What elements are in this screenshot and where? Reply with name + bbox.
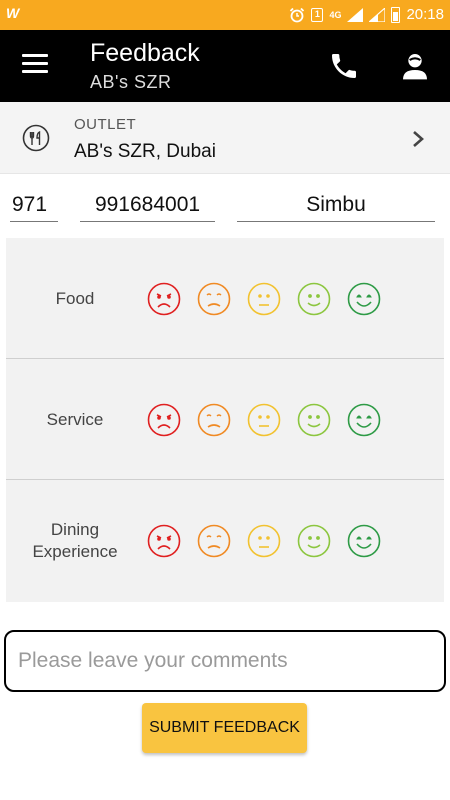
rating-row-dining-experience: Dining Experience xyxy=(6,480,444,601)
rating-faces xyxy=(146,523,396,559)
face-very-good-icon[interactable] xyxy=(346,402,382,438)
outlet-label: OUTLET xyxy=(74,116,137,133)
signal-icon-2 xyxy=(369,7,386,22)
face-neutral-icon[interactable] xyxy=(246,523,282,559)
face-very-bad-icon[interactable] xyxy=(146,523,182,559)
restaurant-icon xyxy=(22,124,50,152)
network-type: 4G xyxy=(329,9,342,20)
rating-faces xyxy=(146,402,396,438)
chevron-right-icon xyxy=(413,131,424,147)
rating-faces xyxy=(146,281,396,317)
battery-icon xyxy=(391,6,401,23)
face-very-good-icon[interactable] xyxy=(346,523,382,559)
menu-icon[interactable] xyxy=(22,54,48,74)
app-notification-icon: W xyxy=(6,5,20,21)
face-neutral-icon[interactable] xyxy=(246,402,282,438)
status-time: 20:18 xyxy=(406,6,444,23)
profile-icon[interactable] xyxy=(399,50,431,82)
status-bar: W 1 4G 20:18 xyxy=(0,0,450,30)
comments-input[interactable] xyxy=(6,632,444,690)
face-very-bad-icon[interactable] xyxy=(146,281,182,317)
face-very-good-icon[interactable] xyxy=(346,281,382,317)
face-bad-icon[interactable] xyxy=(196,402,232,438)
phone-field[interactable]: 991684001 xyxy=(80,186,215,222)
rating-label: Food xyxy=(55,288,95,308)
face-bad-icon[interactable] xyxy=(196,281,232,317)
submit-feedback-button[interactable]: SUBMIT FEEDBACK xyxy=(142,703,307,753)
face-good-icon[interactable] xyxy=(296,402,332,438)
country-code-field[interactable]: 971 xyxy=(10,186,58,222)
face-bad-icon[interactable] xyxy=(196,523,232,559)
face-good-icon[interactable] xyxy=(296,281,332,317)
country-code-value: 971 xyxy=(12,193,48,216)
sim-badge: 1 xyxy=(311,7,324,22)
phone-icon[interactable] xyxy=(328,50,360,82)
name-field[interactable]: Simbu xyxy=(237,186,435,222)
face-very-bad-icon[interactable] xyxy=(146,402,182,438)
face-neutral-icon[interactable] xyxy=(246,281,282,317)
rating-row-service: Service xyxy=(6,359,444,480)
face-good-icon[interactable] xyxy=(296,523,332,559)
rating-label: Dining Experience xyxy=(32,519,118,561)
comments-box[interactable] xyxy=(4,630,446,692)
alarm-icon xyxy=(290,7,305,22)
page-subtitle: AB's SZR xyxy=(90,72,172,92)
signal-icon xyxy=(347,7,364,22)
rating-label: Service xyxy=(46,409,104,429)
page-title: Feedback xyxy=(90,39,200,67)
outlet-selector[interactable]: OUTLET AB's SZR, Dubai xyxy=(0,102,450,174)
phone-value: 991684001 xyxy=(94,193,201,216)
outlet-value: AB's SZR, Dubai xyxy=(74,141,216,162)
app-bar: Feedback AB's SZR xyxy=(0,30,450,102)
rating-row-food: Food xyxy=(6,238,444,359)
ratings-card: Food Service Dining Experience xyxy=(6,238,444,602)
name-value: Simbu xyxy=(306,193,366,216)
status-icons: 1 4G 20:18 xyxy=(289,6,444,23)
